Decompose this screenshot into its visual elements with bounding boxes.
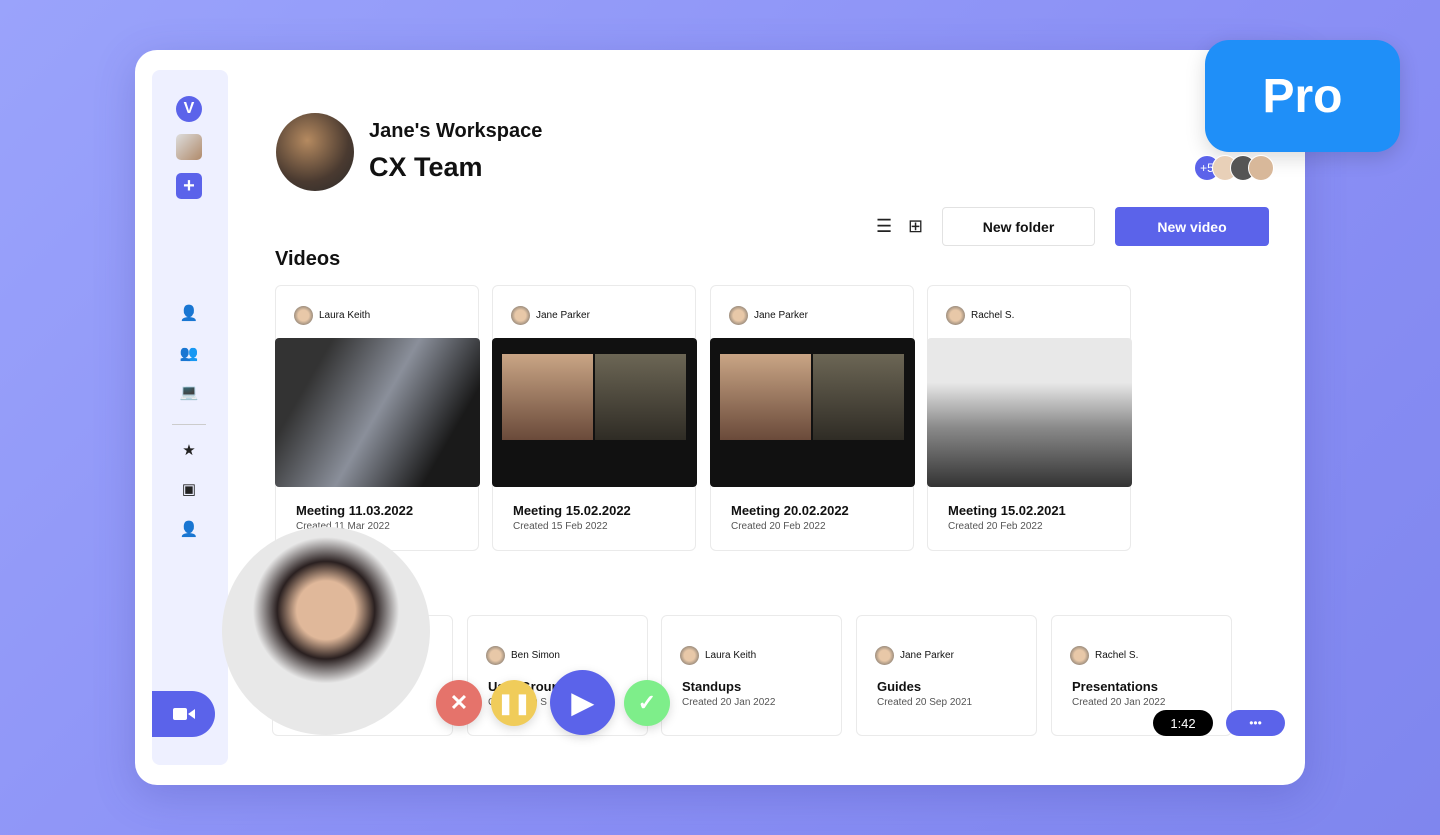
video-title: Meeting 15.02.2022 [513, 503, 631, 518]
video-card[interactable]: Laura Keith Meeting 11.03.2022 Created 1… [275, 285, 480, 551]
folder-card[interactable]: Jane Parker Guides Created 20 Sep 2021 [856, 615, 1037, 736]
workspace-name: Jane's Workspace [369, 120, 543, 142]
avatar [729, 306, 748, 325]
video-thumbnail[interactable] [927, 338, 1132, 487]
author-name: Rachel S. [1095, 650, 1139, 661]
author: Rachel S. [1070, 646, 1138, 665]
user-icon[interactable]: 👤 [176, 300, 202, 326]
author: Laura Keith [680, 646, 756, 665]
video-camera-icon [172, 708, 195, 720]
video-card[interactable]: Jane Parker Meeting 15.02.2022 Created 1… [492, 285, 697, 551]
video-created: Created 15 Feb 2022 [513, 521, 608, 532]
avatar [1248, 155, 1274, 181]
video-title: Meeting 15.02.2021 [948, 503, 1066, 518]
video-title: Meeting 20.02.2022 [731, 503, 849, 518]
video-thumbnail[interactable] [275, 338, 480, 487]
folder-title: Presentations [1072, 679, 1158, 694]
pause-icon: ❚❚ [497, 692, 531, 715]
pro-badge: Pro [1205, 40, 1400, 152]
avatar [946, 306, 965, 325]
folder-card[interactable]: Laura Keith Standups Created 20 Jan 2022 [661, 615, 842, 736]
video-created: Created 20 Feb 2022 [731, 521, 826, 532]
avatar [1070, 646, 1089, 665]
users-icon[interactable]: 👥 [176, 340, 202, 366]
star-icon[interactable]: ★ [176, 437, 202, 463]
author-name: Laura Keith [319, 310, 371, 321]
author-name: Laura Keith [705, 650, 757, 661]
author-name: Ben Simon [511, 650, 560, 661]
more-options-button[interactable]: ••• [1226, 710, 1285, 736]
author-name: Jane Parker [536, 310, 590, 321]
avatar [294, 306, 313, 325]
author: Laura Keith [294, 306, 370, 325]
folder-created: Created 20 Jan 2022 [1072, 697, 1166, 708]
author-name: Rachel S. [971, 310, 1015, 321]
avatar [511, 306, 530, 325]
video-thumbnail[interactable] [492, 338, 697, 487]
video-card[interactable]: Rachel S. Meeting 15.02.2021 Created 20 … [927, 285, 1132, 551]
video-created: Created 20 Feb 2022 [948, 521, 1043, 532]
folder-created: Created 20 Sep 2021 [877, 697, 973, 708]
avatar [486, 646, 505, 665]
check-icon: ✓ [637, 690, 657, 715]
author-name: Jane Parker [900, 650, 954, 661]
new-folder-button[interactable]: New folder [942, 207, 1095, 246]
avatar [875, 646, 894, 665]
pause-button[interactable]: ❚❚ [491, 680, 537, 726]
grid-view-icon[interactable]: ⊞ [908, 216, 923, 237]
webcam-bubble[interactable] [222, 527, 430, 735]
screen-icon[interactable]: 💻 [176, 379, 202, 405]
avatar [680, 646, 699, 665]
user-settings-icon[interactable]: 👤 [176, 516, 202, 542]
author-name: Jane Parker [754, 310, 808, 321]
sidebar-divider [172, 424, 206, 425]
record-button[interactable] [152, 691, 215, 737]
folder-title: Standups [682, 679, 742, 694]
video-thumbnail[interactable] [710, 338, 915, 487]
author: Ben Simon [486, 646, 560, 665]
cancel-recording-button[interactable]: ✕ [436, 680, 482, 726]
recording-timer: 1:42 [1153, 710, 1213, 736]
videos-heading: Videos [275, 248, 341, 270]
author: Jane Parker [511, 306, 590, 325]
add-workspace-button[interactable]: + [176, 173, 202, 199]
close-icon: ✕ [449, 690, 469, 715]
folder-title: Guides [877, 679, 922, 694]
archive-icon[interactable]: ▣ [176, 476, 202, 502]
author: Jane Parker [729, 306, 808, 325]
play-button[interactable]: ▶ [550, 670, 615, 735]
video-title: Meeting 11.03.2022 [296, 503, 414, 518]
author: Rachel S. [946, 306, 1014, 325]
confirm-button[interactable]: ✓ [624, 680, 670, 726]
play-icon: ▶ [571, 687, 594, 718]
workspace-avatar [276, 113, 354, 191]
member-avatars[interactable]: +5 [1194, 155, 1274, 181]
workspace-thumbnail[interactable] [176, 134, 202, 160]
list-view-icon[interactable]: ☰ [876, 216, 892, 237]
app-logo[interactable]: V [176, 96, 202, 122]
new-video-button[interactable]: New video [1115, 207, 1269, 246]
folder-created: Created 20 Jan 2022 [682, 697, 776, 708]
author: Jane Parker [875, 646, 954, 665]
video-card[interactable]: Jane Parker Meeting 20.02.2022 Created 2… [710, 285, 915, 551]
team-name: CX Team [369, 152, 483, 182]
